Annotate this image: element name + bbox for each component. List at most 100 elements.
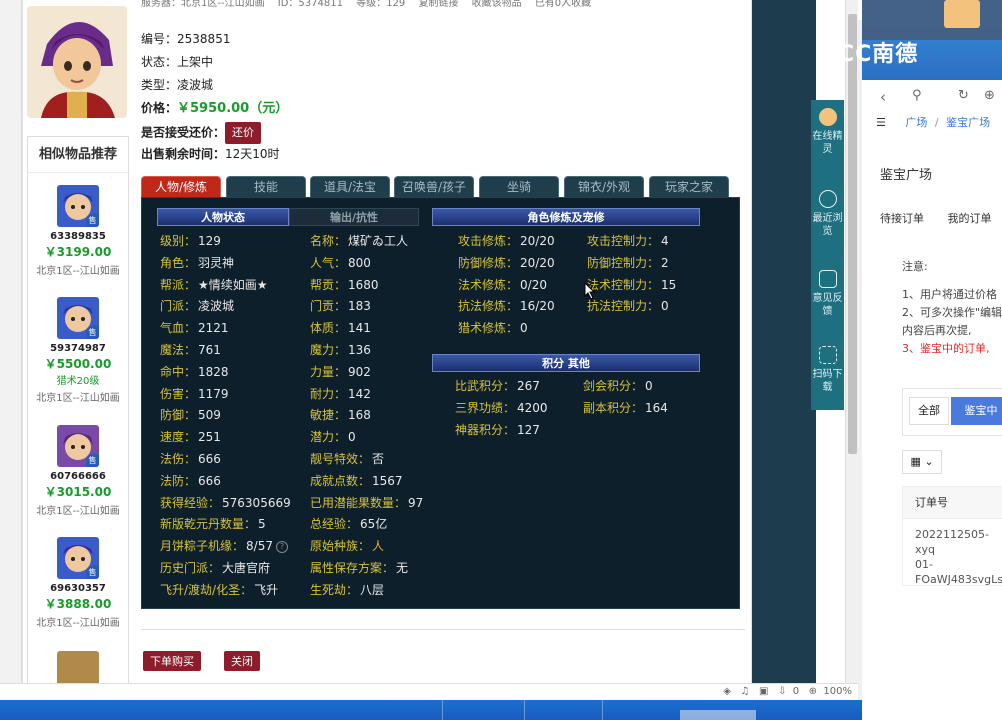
zoom-icon[interactable]: ⊕ [809, 686, 817, 697]
side-button-label: 意见反馈 [812, 293, 843, 317]
character-stat: 历史门派： 大唐官府 [160, 559, 270, 577]
attribute-stat-label: 名称： [310, 234, 347, 248]
id-value: 2538851 [177, 32, 231, 46]
refresh-icon[interactable]: ↻ [958, 88, 969, 103]
side-button-label: 扫码下载 [812, 369, 843, 393]
type-value: 凌波城 [177, 78, 214, 92]
tab-skills[interactable]: 技能 [226, 176, 306, 197]
item-detail-page: 服务器：北京1区--江山如画 ID：5374811 等级：129 复制链接 收藏… [22, 0, 752, 693]
attribute-stat: 原始种族：人 [310, 537, 384, 555]
points-stat-value: 4200 [517, 401, 548, 415]
attribute-stat-value: 902 [348, 364, 371, 379]
menu-icon[interactable]: ☰ [876, 116, 886, 129]
similar-item-thumbnail[interactable]: 售 [57, 185, 99, 227]
similar-item[interactable]: 售 63389835 ￥3199.00 北京1区--江山如画 [28, 185, 128, 277]
points-stat: 三界功绩： 4200 [455, 399, 548, 417]
attribute-stat-label: 靓号特效： [310, 452, 371, 466]
character-stat-label: 获得经验： [160, 495, 221, 510]
attribute-stat: 门贡： 183 [310, 297, 371, 315]
for-sale-badge: 售 [86, 214, 99, 227]
similar-item-server: 北京1区--江山如画 [36, 393, 120, 404]
zoom-indicator[interactable]: ◈ ♫ ▣ ⇩ 0 ⊕ 100% [723, 686, 852, 697]
filter-all[interactable]: 全部 [909, 397, 949, 425]
character-stat-value: 大唐官府 [222, 561, 271, 575]
filter-appraising[interactable]: 鉴宝中 [951, 397, 1002, 425]
control-stat: 法术控制力： 15 [587, 276, 676, 294]
tab-my-orders[interactable]: 我的订单 [948, 212, 992, 225]
taskbar-app-active[interactable] [680, 710, 756, 720]
status-header[interactable]: 人物状态 [157, 208, 289, 226]
character-stat-label: 级别： [160, 234, 197, 248]
scrollbar-thumb[interactable] [848, 14, 857, 454]
screenshot-icon[interactable]: ▣ [759, 686, 768, 697]
counter-offer-button[interactable]: 还价 [225, 122, 262, 144]
attribute-stat-value: 煤矿ゐ工人 [348, 234, 409, 248]
attribute-stat: 已用潜能果数量： 97 [310, 494, 423, 512]
favorite-link[interactable]: 收藏该物品 [472, 0, 522, 9]
points-header: 积分 其他 [432, 354, 700, 372]
similar-items-panel: 相似物品推荐 售 63389835 ￥3199.00 北京1区--江山如画 售 … [27, 136, 129, 693]
attribute-stat-value: 65亿 [360, 517, 388, 532]
role-id-text: ID：5374811 [277, 0, 343, 9]
back-icon[interactable]: ‹ [880, 88, 886, 106]
buy-button[interactable]: 下单购买 [143, 651, 201, 671]
character-stat: 角色： 羽灵神 [160, 254, 234, 272]
attribute-stat-label: 敏捷： [310, 408, 347, 423]
similar-item-level: 猎术20级 [56, 376, 100, 387]
similar-item[interactable]: 售 60766666 ￥3015.00 北京1区--江山如画 [28, 425, 128, 517]
attribute-stat: 靓号特效：否 [310, 450, 384, 468]
type-label: 类型： [141, 78, 178, 92]
table-row[interactable]: 2022112505-xyq 01- FOaWJ483svgLs [903, 519, 1002, 595]
speaker-icon[interactable]: ♫ [740, 686, 749, 697]
tab-character[interactable]: 人物/修炼 [141, 176, 221, 197]
floating-side-toolbar: 在线精灵 最近浏览 意见反馈 扫码下载 [811, 100, 844, 410]
character-stat-value: ★情续如画★ [198, 277, 268, 292]
download-icon[interactable]: ⇩ [778, 686, 786, 697]
globe-icon[interactable]: ⊕ [984, 88, 995, 103]
user-avatar[interactable] [944, 0, 980, 28]
tab-pending-orders[interactable]: 待接订单 [880, 212, 924, 225]
cultivation-stat-label: 猎术修炼： [458, 321, 519, 336]
shield-icon[interactable]: ◈ [723, 686, 731, 697]
similar-item[interactable]: 售 69630357 ￥3888.00 北京1区--江山如画 [28, 537, 128, 629]
tab-items[interactable]: 道具/法宝 [310, 176, 390, 197]
recent-view-button[interactable]: 最近浏览 [811, 190, 844, 238]
copy-link[interactable]: 复制链接 [418, 0, 458, 9]
character-stat-value: 509 [198, 408, 221, 423]
status-label: 状态： [141, 55, 178, 69]
similar-item-thumbnail[interactable]: 售 [57, 425, 99, 467]
for-sale-badge: 售 [86, 566, 99, 579]
cultivation-stat-value: 0 [520, 321, 528, 336]
order-id-part: 2022112505-xyq [915, 528, 989, 556]
character-stat: 获得经验： 576305669 [160, 494, 291, 512]
breadcrumb-item[interactable]: 广场 [905, 116, 927, 129]
link-icon[interactable]: ⚲ [912, 88, 922, 103]
similar-item[interactable]: 售 59374987 ￥5500.00 猎术20级 北京1区--江山如画 [28, 297, 128, 404]
similar-items-title: 相似物品推荐 [28, 137, 128, 173]
character-stat-value: 761 [198, 343, 221, 357]
vertical-scrollbar[interactable] [845, 0, 858, 683]
similar-item-thumbnail[interactable]: 售 [57, 537, 99, 579]
scan-icon [818, 346, 837, 364]
similar-item-thumbnail[interactable]: 售 [57, 297, 99, 339]
help-icon[interactable]: ? [275, 540, 288, 553]
zoom-value[interactable]: 100% [823, 686, 852, 697]
close-button[interactable]: 关闭 [224, 651, 260, 671]
breadcrumb-item[interactable]: 鉴宝广场 [946, 116, 990, 129]
order-id-part: FOaWJ483svgLs [915, 573, 1002, 586]
tab-pets[interactable]: 召唤兽/孩子 [394, 176, 474, 197]
tab-home[interactable]: 玩家之家 [649, 176, 729, 197]
price-value: ￥5950.00（元） [177, 101, 289, 116]
feedback-button[interactable]: 意见反馈 [811, 270, 844, 318]
points-stat: 神器积分： 127 [455, 421, 540, 439]
control-stat-value: 4 [661, 234, 669, 248]
column-settings-button[interactable]: ▦ ⌄ [902, 450, 942, 474]
cultivation-stat-value: 0/20 [520, 277, 547, 292]
scan-download-button[interactable]: 扫码下载 [811, 346, 844, 394]
online-helper-button[interactable]: 在线精灵 [811, 108, 844, 156]
output-header[interactable]: 输出/抗性 [289, 208, 419, 226]
similar-item-server: 北京1区--江山如画 [36, 618, 120, 629]
tab-outfits[interactable]: 锦衣/外观 [564, 176, 644, 197]
character-stat: 飞升/渡劫/化圣： 飞升 [160, 581, 278, 599]
tab-mounts[interactable]: 坐骑 [479, 176, 559, 197]
